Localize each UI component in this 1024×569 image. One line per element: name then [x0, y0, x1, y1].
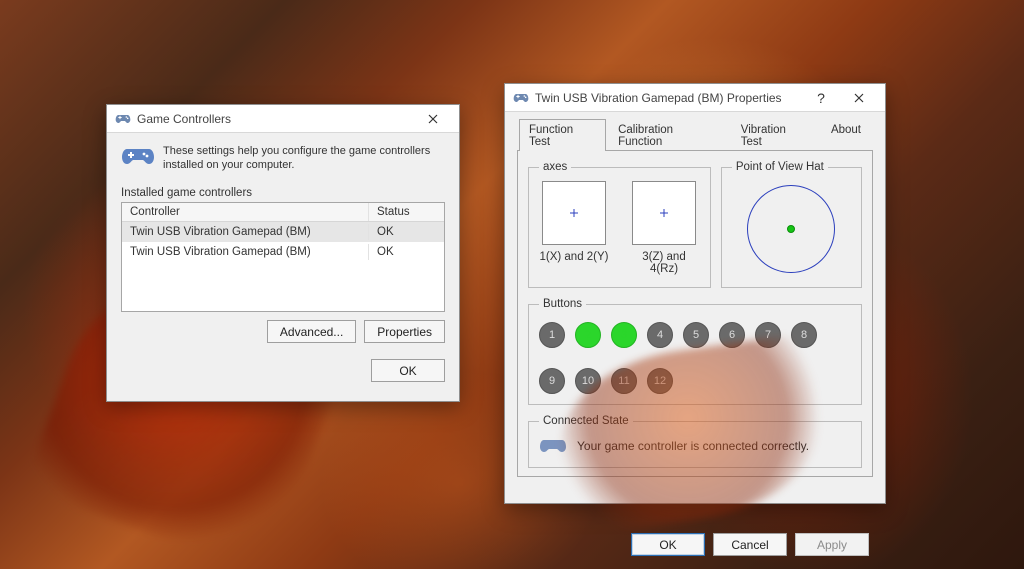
- axes-legend: axes: [539, 161, 571, 173]
- table-row[interactable]: Twin USB Vibration Gamepad (BM)OK: [122, 222, 444, 242]
- gamepad-button-11: 11: [611, 368, 637, 394]
- gamepad-icon: [513, 90, 529, 106]
- gamepad-button-10: 10: [575, 368, 601, 394]
- buttons-legend: Buttons: [539, 298, 586, 310]
- controllers-list[interactable]: Controller Status Twin USB Vibration Gam…: [121, 202, 445, 312]
- axis-zrz-label: 3(Z) and 4(Rz): [629, 251, 699, 275]
- axis-1-2: 1(X) and 2(Y): [539, 181, 609, 275]
- tab-vibration-test[interactable]: Vibration Test: [731, 119, 819, 151]
- close-button[interactable]: [839, 86, 879, 110]
- list-label: Installed game controllers: [121, 187, 445, 199]
- info-text: These settings help you configure the ga…: [163, 145, 445, 173]
- col-status[interactable]: Status: [368, 203, 444, 221]
- list-headers: Controller Status: [122, 203, 444, 222]
- gamepad-button-5: 5: [683, 322, 709, 348]
- gamepad-button-12: 12: [647, 368, 673, 394]
- cell-controller: Twin USB Vibration Gamepad (BM): [122, 224, 368, 240]
- tab-function-test[interactable]: Function Test: [519, 119, 606, 151]
- table-row[interactable]: Twin USB Vibration Gamepad (BM)OK: [122, 242, 444, 262]
- gamepad-button-3: 3: [611, 322, 637, 348]
- gamepad-properties-dialog: Twin USB Vibration Gamepad (BM) Properti…: [504, 83, 886, 504]
- col-controller[interactable]: Controller: [122, 203, 368, 221]
- properties-button[interactable]: Properties: [364, 320, 445, 343]
- close-button[interactable]: [413, 107, 453, 131]
- gamepad-icon: [539, 437, 567, 455]
- pov-legend: Point of View Hat: [732, 161, 828, 173]
- gamepad-button-9: 9: [539, 368, 565, 394]
- cell-controller: Twin USB Vibration Gamepad (BM): [122, 244, 368, 260]
- ok-button[interactable]: OK: [371, 359, 445, 382]
- title-text: Game Controllers: [137, 112, 413, 126]
- help-icon: ?: [817, 90, 825, 106]
- info-bar: These settings help you configure the ga…: [121, 143, 445, 181]
- pov-circle: [747, 185, 835, 273]
- connected-legend: Connected State: [539, 415, 633, 427]
- game-controllers-dialog: Game Controllers These settings help you…: [106, 104, 460, 402]
- pov-group: Point of View Hat: [721, 161, 862, 288]
- help-button[interactable]: ?: [807, 86, 835, 110]
- tab-about[interactable]: About: [821, 119, 871, 151]
- gamepad-button-8: 8: [791, 322, 817, 348]
- gamepad-button-2: 2: [575, 322, 601, 348]
- title-text: Twin USB Vibration Gamepad (BM) Properti…: [535, 91, 807, 105]
- axis-xy-indicator: [542, 181, 606, 245]
- tab-panel: axes 1(X) and 2(Y) 3(Z) and 4(Rz): [517, 150, 873, 477]
- desktop-wallpaper: Game Controllers These settings help you…: [0, 0, 1024, 569]
- advanced-button[interactable]: Advanced...: [267, 320, 356, 343]
- tab-calibration-function[interactable]: Calibration Function: [608, 119, 729, 151]
- axis-xy-label: 1(X) and 2(Y): [539, 251, 609, 263]
- gamepad-button-1: 1: [539, 322, 565, 348]
- titlebar[interactable]: Game Controllers: [107, 105, 459, 133]
- gamepad-icon: [115, 111, 131, 127]
- buttons-group: Buttons 123456789101112: [528, 298, 862, 405]
- cell-status: OK: [368, 244, 444, 260]
- cell-status: OK: [368, 224, 444, 240]
- axes-group: axes 1(X) and 2(Y) 3(Z) and 4(Rz): [528, 161, 711, 288]
- titlebar[interactable]: Twin USB Vibration Gamepad (BM) Properti…: [505, 84, 885, 112]
- axis-3-4: 3(Z) and 4(Rz): [629, 181, 699, 275]
- gamepad-button-7: 7: [755, 322, 781, 348]
- gamepad-button-4: 4: [647, 322, 673, 348]
- apply-button[interactable]: Apply: [795, 533, 869, 556]
- ok-button[interactable]: OK: [631, 533, 705, 556]
- tab-strip: Function TestCalibration FunctionVibrati…: [519, 118, 871, 150]
- gamepad-button-6: 6: [719, 322, 745, 348]
- pov-dot: [787, 225, 795, 233]
- gamepad-icon: [121, 145, 155, 173]
- cancel-button[interactable]: Cancel: [713, 533, 787, 556]
- connected-text: Your game controller is connected correc…: [577, 439, 809, 453]
- connected-group: Connected State Your game controller is …: [528, 415, 862, 468]
- axis-zrz-indicator: [632, 181, 696, 245]
